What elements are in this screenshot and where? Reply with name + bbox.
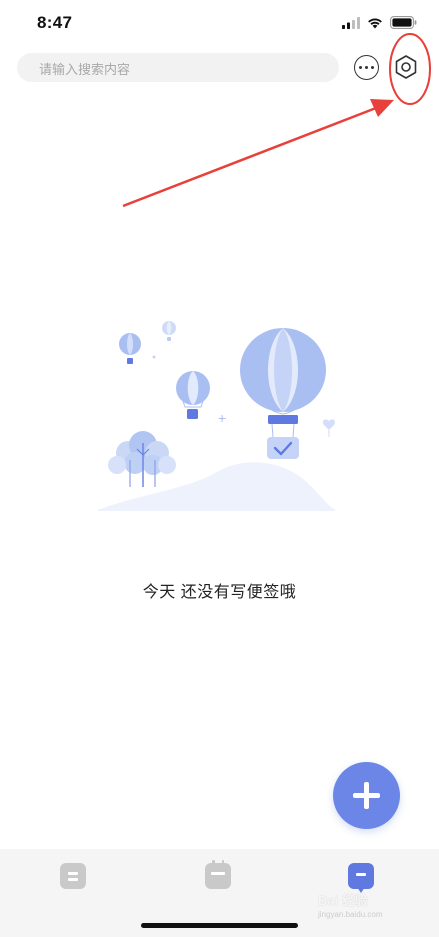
more-dot <box>365 66 368 69</box>
battery-icon <box>390 16 417 29</box>
annotation-arrow-head <box>370 99 394 117</box>
calendar-icon-pin <box>221 860 224 866</box>
more-button[interactable] <box>354 55 379 80</box>
settings-icon[interactable] <box>393 54 419 80</box>
small-balloon-left <box>119 333 141 364</box>
tiny-balloon-top <box>162 321 176 341</box>
add-note-button[interactable] <box>333 762 400 829</box>
wifi-icon <box>368 17 382 28</box>
calendar-icon <box>205 860 231 889</box>
calendar-icon-pin <box>212 860 215 866</box>
empty-state-message: 今天 还没有写便签哦 <box>142 584 297 601</box>
calendar-icon-line <box>211 872 225 875</box>
memo-icon-line <box>356 873 366 876</box>
watermark-url: jingyan.baidu.com <box>318 910 383 919</box>
status-bar: 8:47 <box>0 0 439 46</box>
status-icons <box>342 16 417 29</box>
tab-memo[interactable] <box>346 861 376 893</box>
tab-bar <box>0 849 439 937</box>
svg-text:+: + <box>218 410 226 426</box>
large-balloon <box>240 328 326 459</box>
signal-icon <box>342 16 360 29</box>
hot-air-balloons-illustration: + <box>98 321 336 511</box>
notes-icon-line <box>68 878 78 881</box>
medium-balloon <box>176 371 210 419</box>
notes-icon <box>60 863 86 889</box>
search-placeholder: 请输入搜索内容 <box>39 62 131 77</box>
tab-calendar[interactable] <box>203 860 233 891</box>
notes-icon-line <box>68 872 78 875</box>
memo-icon <box>348 863 374 889</box>
annotation-arrow-shaft <box>122 106 377 208</box>
more-dot <box>371 66 374 69</box>
tree <box>108 431 176 487</box>
home-indicator[interactable] <box>141 923 298 928</box>
search-input[interactable]: 请输入搜索内容 <box>17 53 339 82</box>
tab-notes[interactable] <box>58 861 88 891</box>
more-dot <box>359 66 362 69</box>
watermark: Bai 经验 <box>318 893 368 908</box>
status-time: 8:47 <box>37 13 73 32</box>
